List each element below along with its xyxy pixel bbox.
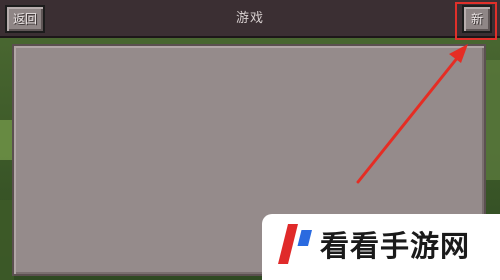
highlight-box: [455, 2, 497, 40]
watermark-logo-icon: [278, 224, 312, 268]
background-foliage: [486, 60, 500, 180]
watermark: 看看手游网: [262, 214, 500, 280]
game-screen: 返回 游戏 新 看看手游网: [0, 0, 500, 280]
top-bar: 返回 游戏 新: [0, 0, 500, 38]
page-title: 游戏: [235, 11, 264, 26]
watermark-text: 看看手游网: [320, 229, 471, 263]
back-button[interactable]: 返回: [5, 5, 45, 33]
